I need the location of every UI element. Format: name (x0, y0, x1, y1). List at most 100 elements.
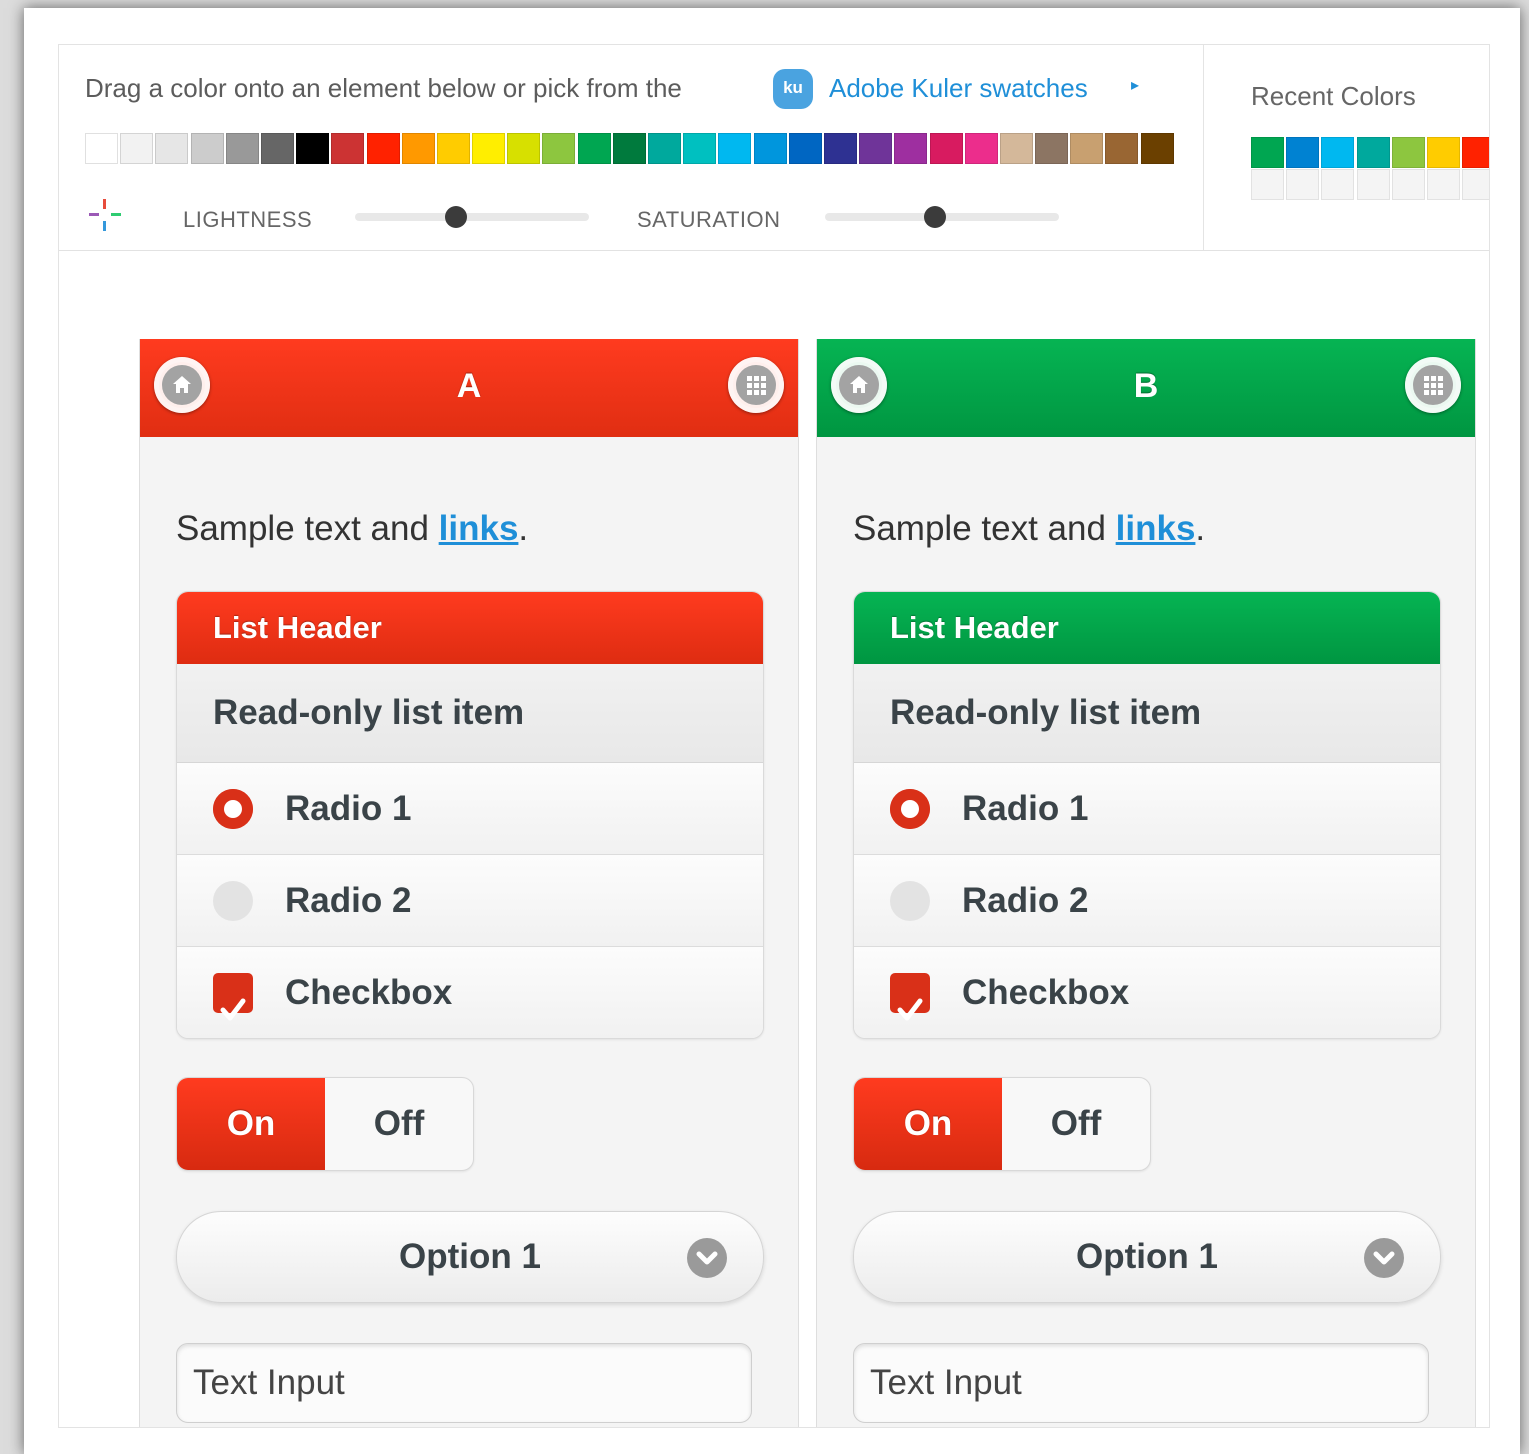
color-swatch[interactable] (1070, 133, 1104, 164)
saturation-slider-handle[interactable] (923, 206, 946, 228)
color-swatch[interactable] (225, 133, 259, 164)
list-view: List Header Read-only list item Radio 1 … (853, 591, 1441, 1039)
lightness-slider[interactable] (355, 206, 589, 228)
sample-text: Sample text and links. (853, 509, 1205, 549)
color-swatch[interactable] (85, 133, 118, 164)
color-swatch[interactable] (929, 133, 963, 164)
color-swatch[interactable] (155, 133, 189, 164)
radio-2-item[interactable]: Radio 2 (854, 855, 1440, 947)
color-swatch[interactable] (260, 133, 294, 164)
radio-1-label: Radio 1 (285, 789, 412, 828)
kuler-arrow-icon[interactable]: ▸ (1131, 75, 1139, 95)
color-swatch[interactable] (331, 133, 365, 164)
text-input[interactable] (176, 1343, 752, 1423)
color-swatch[interactable] (964, 133, 998, 164)
radio-selected-icon[interactable] (213, 789, 253, 829)
readonly-list-item: Read-only list item (177, 664, 763, 763)
recent-color-swatch[interactable] (1462, 137, 1489, 168)
checkbox-checked[interactable] (890, 973, 930, 1021)
color-swatch[interactable] (894, 133, 928, 164)
color-swatch[interactable] (190, 133, 224, 164)
color-swatch[interactable] (859, 133, 893, 164)
kuler-icon[interactable]: ku (773, 69, 813, 109)
instructions-text: Drag a color onto an element below or pi… (85, 73, 682, 103)
color-swatch[interactable] (683, 133, 717, 164)
screenshot-frame: Drag a color onto an element below or pi… (24, 8, 1520, 1454)
panel-title: A (456, 367, 482, 405)
color-swatch[interactable] (823, 133, 857, 164)
color-swatch[interactable] (436, 133, 470, 164)
radio-unselected-icon[interactable] (213, 881, 253, 921)
toggle-off[interactable]: Off (325, 1078, 473, 1170)
recent-color-swatch[interactable] (1356, 137, 1390, 168)
color-swatch[interactable] (1140, 133, 1174, 164)
swatch-panel: Drag a color onto an element below or pi… (59, 45, 1203, 250)
color-swatch[interactable] (120, 133, 154, 164)
checkbox-checked[interactable] (213, 973, 253, 1021)
recent-color-swatch[interactable] (1251, 137, 1284, 168)
color-swatch[interactable] (507, 133, 541, 164)
toggle-on[interactable]: On (854, 1078, 1002, 1170)
recent-color-swatch[interactable] (1391, 137, 1425, 168)
color-swatch[interactable] (366, 133, 400, 164)
chevron-down-icon (696, 1251, 718, 1265)
color-swatch[interactable] (788, 133, 822, 164)
color-swatch[interactable] (542, 133, 576, 164)
color-swatch[interactable] (612, 133, 646, 164)
eyedropper-icon[interactable] (85, 195, 125, 235)
sample-link[interactable]: links (439, 509, 519, 548)
color-swatch[interactable] (1035, 133, 1069, 164)
color-swatch[interactable] (1105, 133, 1139, 164)
recent-color-empty-slot (1462, 169, 1489, 200)
sample-text-body: Sample text and (176, 509, 439, 548)
grid-icon (747, 376, 766, 395)
color-swatch[interactable] (753, 133, 787, 164)
sample-link[interactable]: links (1116, 509, 1196, 548)
list-header: List Header (177, 592, 763, 664)
color-swatch[interactable] (401, 133, 435, 164)
grid-button[interactable] (728, 357, 784, 413)
saturation-slider[interactable] (825, 206, 1059, 228)
radio-1-item[interactable]: Radio 1 (854, 763, 1440, 855)
kuler-swatches-link[interactable]: Adobe Kuler swatches (829, 73, 1088, 104)
radio-unselected-icon[interactable] (890, 881, 930, 921)
option-select[interactable]: Option 1 (176, 1211, 764, 1303)
radio-2-label: Radio 2 (962, 881, 1089, 920)
color-swatch[interactable] (472, 133, 506, 164)
sample-text: Sample text and links. (176, 509, 528, 549)
radio-selected-icon[interactable] (890, 789, 930, 829)
color-swatch[interactable] (718, 133, 752, 164)
panel-header[interactable]: B (817, 339, 1475, 437)
checkbox-item[interactable]: Checkbox (177, 947, 763, 1038)
recent-color-swatch[interactable] (1321, 137, 1355, 168)
checkbox-item[interactable]: Checkbox (854, 947, 1440, 1038)
color-swatch[interactable] (999, 133, 1033, 164)
recent-color-empty-slot (1321, 169, 1355, 200)
lightness-slider-handle[interactable] (444, 206, 467, 228)
grid-button[interactable] (1405, 357, 1461, 413)
toggle-off[interactable]: Off (1002, 1078, 1150, 1170)
color-swatch[interactable] (577, 133, 611, 164)
select-arrow[interactable] (1364, 1238, 1404, 1278)
color-swatches (85, 133, 1176, 164)
recent-color-empty-slot (1426, 169, 1460, 200)
color-swatch[interactable] (648, 133, 681, 164)
recent-color-swatch[interactable] (1286, 137, 1320, 168)
color-swatch[interactable] (296, 133, 330, 164)
on-off-toggle[interactable]: On Off (176, 1077, 474, 1171)
recent-color-swatch[interactable] (1426, 137, 1460, 168)
list-header: List Header (854, 592, 1440, 664)
panel-header[interactable]: A (140, 339, 798, 437)
select-arrow[interactable] (687, 1238, 727, 1278)
radio-1-item[interactable]: Radio 1 (177, 763, 763, 855)
readonly-list-item: Read-only list item (854, 664, 1440, 763)
theme-panel-b: B Sample text and links. List Header Rea… (816, 339, 1476, 1427)
select-value: Option 1 (399, 1237, 541, 1276)
option-select[interactable]: Option 1 (853, 1211, 1441, 1303)
toggle-on[interactable]: On (177, 1078, 325, 1170)
radio-1-label: Radio 1 (962, 789, 1089, 828)
text-input[interactable] (853, 1343, 1429, 1423)
lightness-label: LIGHTNESS (183, 207, 313, 232)
on-off-toggle[interactable]: On Off (853, 1077, 1151, 1171)
radio-2-item[interactable]: Radio 2 (177, 855, 763, 947)
